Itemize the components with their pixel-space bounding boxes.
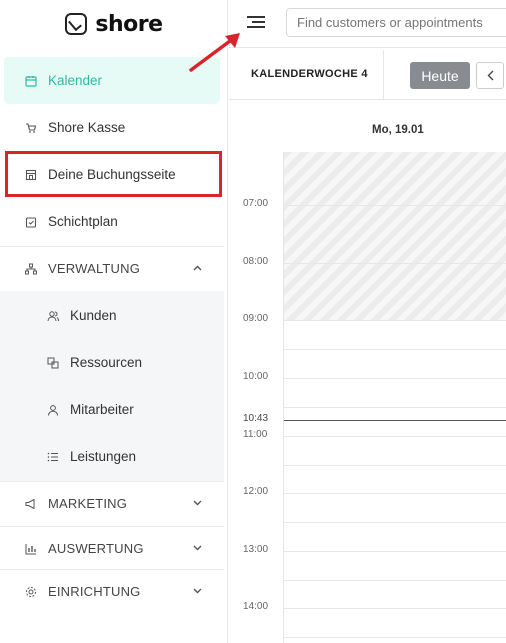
sitemap-icon (24, 262, 38, 276)
sidebar-item-label: Schichtplan (48, 214, 118, 229)
current-time-line (284, 420, 506, 421)
section-label: AUSWERTUNG (48, 541, 144, 556)
sidebar-item-ressourcen[interactable]: Ressourcen (0, 339, 224, 386)
highlight-annotation-box (5, 151, 222, 197)
red-arrow-annotation-icon (189, 33, 240, 72)
hour-line (284, 436, 506, 437)
calendar-icon (24, 74, 38, 88)
list-icon (46, 450, 60, 464)
sidebar-item-label: Shore Kasse (48, 120, 126, 135)
section-label: MARKETING (48, 496, 128, 511)
hour-line (284, 493, 506, 494)
time-label: 13:00 (243, 544, 269, 555)
sidebar-item-shore-kasse[interactable]: Shore Kasse (0, 104, 224, 151)
half-hour-line (284, 580, 506, 581)
search-input[interactable] (286, 8, 506, 37)
week-label: KALENDERWOCHE 4 (251, 68, 368, 80)
chevron-up-icon (193, 263, 202, 274)
bar-chart-icon (24, 542, 38, 556)
chevron-down-icon (193, 543, 202, 554)
sidebar-section-einrichtung[interactable]: EINRICHTUNG (0, 568, 224, 615)
time-label: 08:00 (243, 256, 269, 267)
today-button[interactable]: Heute (410, 62, 470, 89)
schedule-icon (24, 215, 38, 229)
sidebar-item-label: Kunden (70, 308, 117, 323)
time-label: 14:00 (243, 601, 269, 612)
hour-line (284, 205, 506, 206)
shore-logo-icon (65, 13, 88, 35)
hour-line (284, 551, 506, 552)
half-hour-line (284, 522, 506, 523)
current-time-label: 10:43 (243, 413, 269, 424)
time-label: 10:00 (243, 371, 269, 382)
users-icon (46, 309, 60, 323)
calendar-grid: Mo, 19.01 07:00 08:00 09:00 10:00 11:00 … (229, 100, 506, 643)
sidebar-item-leistungen[interactable]: Leistungen (0, 433, 224, 480)
cart-icon (24, 121, 38, 135)
sidebar-item-mitarbeiter[interactable]: Mitarbeiter (0, 386, 224, 433)
sidebar-item-label: Leistungen (70, 449, 137, 464)
chevron-down-icon (193, 586, 202, 597)
hour-line (284, 378, 506, 379)
sidebar-section-auswertung[interactable]: AUSWERTUNG (0, 525, 224, 572)
chevron-left-icon (487, 70, 493, 81)
person-icon (46, 403, 60, 417)
closed-hours-block (284, 152, 506, 320)
day-header[interactable]: Mo, 19.01 (372, 124, 424, 136)
time-label: 12:00 (243, 486, 269, 497)
time-label: 07:00 (243, 198, 269, 209)
gear-icon (24, 585, 38, 599)
sidebar-item-label: Ressourcen (70, 355, 143, 370)
week-header: KALENDERWOCHE 4 Heute (229, 50, 506, 100)
sidebar-section-verwaltung[interactable]: VERWALTUNG (0, 245, 224, 292)
time-label: 11:00 (243, 429, 268, 440)
divider (383, 50, 384, 100)
hour-line (284, 263, 506, 264)
half-hour-line (284, 637, 506, 638)
section-label: EINRICHTUNG (48, 584, 141, 599)
sidebar-item-label: Kalender (48, 73, 103, 88)
half-hour-line (284, 465, 506, 466)
resources-icon (46, 356, 60, 370)
half-hour-line (284, 407, 506, 408)
sidebar-item-schichtplan[interactable]: Schichtplan (0, 198, 224, 245)
hour-line (284, 608, 506, 609)
top-bar (229, 0, 506, 48)
sidebar: shore Kalender Shore Kasse Deine Buchung… (0, 0, 228, 643)
hour-line (284, 320, 506, 321)
time-label: 09:00 (243, 313, 269, 324)
megaphone-icon (24, 497, 38, 511)
section-label: VERWALTUNG (48, 261, 141, 276)
half-hour-line (284, 349, 506, 350)
sidebar-item-kunden[interactable]: Kunden (0, 292, 224, 339)
brand-name: shore (95, 11, 163, 37)
sidebar-item-label: Mitarbeiter (70, 402, 134, 417)
chevron-down-icon (193, 498, 202, 509)
collapse-sidebar-icon[interactable] (245, 13, 267, 31)
sidebar-section-marketing[interactable]: MARKETING (0, 480, 224, 527)
previous-week-button[interactable] (476, 62, 504, 89)
